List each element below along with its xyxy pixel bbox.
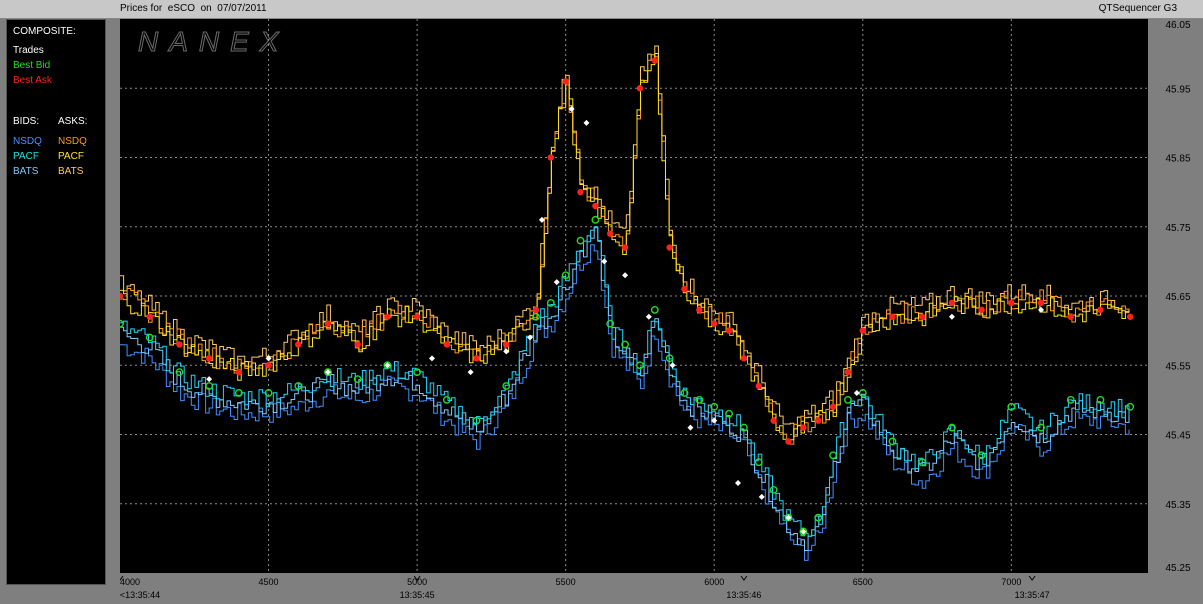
best-ask-point <box>770 417 777 424</box>
time-tick-marker <box>1028 575 1036 581</box>
best-ask-point <box>948 299 956 307</box>
y-tick-label: 45.95 <box>1165 84 1190 95</box>
x-tick-label: 5500 <box>556 577 576 587</box>
best-ask-point <box>532 306 540 314</box>
best-ask-point <box>918 313 926 320</box>
best-ask-point <box>844 368 852 376</box>
y-tick-label: 45.25 <box>1165 563 1190 574</box>
best-ask-point <box>577 188 584 196</box>
best-ask-point <box>651 57 658 64</box>
best-ask-point <box>443 341 451 348</box>
best-ask-point <box>547 154 555 161</box>
x-tick-label: 5000 <box>407 577 427 587</box>
best-ask-point <box>978 306 985 314</box>
y-tick-label: 45.85 <box>1165 154 1190 165</box>
best-ask-point <box>1008 299 1015 307</box>
best-ask-point <box>859 327 866 334</box>
best-ask-point <box>503 341 510 348</box>
best-ask-point <box>815 417 822 424</box>
best-ask-point <box>354 341 361 348</box>
best-ask-point <box>324 320 332 327</box>
best-ask-point <box>740 355 748 362</box>
best-ask-point <box>636 85 644 92</box>
price-chart: NANEX 46.05 45.95 45.85 45.75 45.65 45.55 45.4… <box>120 19 1191 600</box>
legend-bids-label: BIDS: <box>13 116 40 127</box>
best-ask-point <box>725 327 733 334</box>
best-ask-point <box>666 244 673 251</box>
best-ask-point <box>592 202 599 210</box>
best-ask-point <box>785 438 792 445</box>
legend-best-bid: Best Bid <box>13 60 51 71</box>
best-ask-point <box>800 424 807 431</box>
legend-composite-label: COMPOSITE: <box>13 26 76 37</box>
x-tick-label: 6000 <box>704 577 724 587</box>
best-ask-point <box>295 341 302 348</box>
x-tick-label: 7000 <box>1001 577 1021 587</box>
window-title: Prices for eSCO on 07/07/2011 <box>120 3 267 14</box>
time-tick-marker <box>740 575 748 581</box>
best-ask-point <box>1126 313 1134 320</box>
y-tick-label: 45.45 <box>1165 431 1190 442</box>
time-label: 13:35:45 <box>400 590 435 600</box>
best-ask-point <box>1097 306 1104 314</box>
best-ask-point <box>235 368 243 376</box>
best-ask-point <box>1067 313 1074 320</box>
best-ask-point <box>607 230 614 237</box>
legend-best-ask: Best Ask <box>13 75 52 86</box>
x-tick-label: 6500 <box>853 577 873 587</box>
best-ask-point <box>562 78 569 85</box>
x-axis: 4000 4500 5000 5500 6000 6500 7000 <13:35:44 13:… <box>120 575 1050 600</box>
legend-ask-pacf: PACF <box>58 151 84 162</box>
legend-bid-pacf: PACF <box>13 151 39 162</box>
best-ask-point <box>711 320 718 327</box>
y-axis: 46.05 45.95 45.85 45.75 45.65 45.55 45.45 45.35… <box>1165 20 1190 574</box>
best-ask-point <box>681 285 688 293</box>
x-tick-label: 4500 <box>259 577 279 587</box>
best-ask-point <box>621 244 629 251</box>
legend-trades: Trades <box>13 45 44 56</box>
legend-bid-nsdq: NSDQ <box>13 136 42 147</box>
time-label: 13:35:47 <box>1015 590 1050 600</box>
y-tick-label: 45.65 <box>1165 292 1190 303</box>
best-ask-point <box>205 355 213 362</box>
best-ask-point <box>755 382 762 390</box>
best-ask-point <box>146 313 153 320</box>
best-ask-point <box>176 341 183 348</box>
best-ask-point <box>473 355 480 362</box>
y-tick-label: 45.55 <box>1165 361 1190 372</box>
y-tick-label: 46.05 <box>1165 20 1190 31</box>
best-ask-point <box>413 313 421 320</box>
nanex-watermark: NANEX <box>138 26 289 57</box>
window-app-name: QTSequencer G3 <box>1098 3 1177 14</box>
best-ask-point <box>829 403 837 410</box>
legend-ask-bats: BATS <box>58 166 84 177</box>
time-label: 13:35:46 <box>726 590 761 600</box>
legend-asks-label: ASKS: <box>58 116 88 127</box>
best-ask-point <box>384 313 391 320</box>
best-ask-point <box>1037 299 1045 307</box>
best-ask-point <box>696 306 703 314</box>
legend-panel: COMPOSITE: Trades Best Bid Best Ask BIDS… <box>6 19 106 585</box>
best-ask-point <box>889 313 896 320</box>
window-titlebar: Prices for eSCO on 07/07/2011 QTSequence… <box>0 0 1203 19</box>
best-ask-point <box>265 362 272 369</box>
legend-ask-nsdq: NSDQ <box>58 136 87 147</box>
x-tick-label: 4000 <box>120 577 140 587</box>
time-label: <13:35:44 <box>120 590 160 600</box>
y-tick-label: 45.75 <box>1165 223 1190 234</box>
legend-bid-bats: BATS <box>13 166 39 177</box>
y-tick-label: 45.35 <box>1165 500 1190 511</box>
